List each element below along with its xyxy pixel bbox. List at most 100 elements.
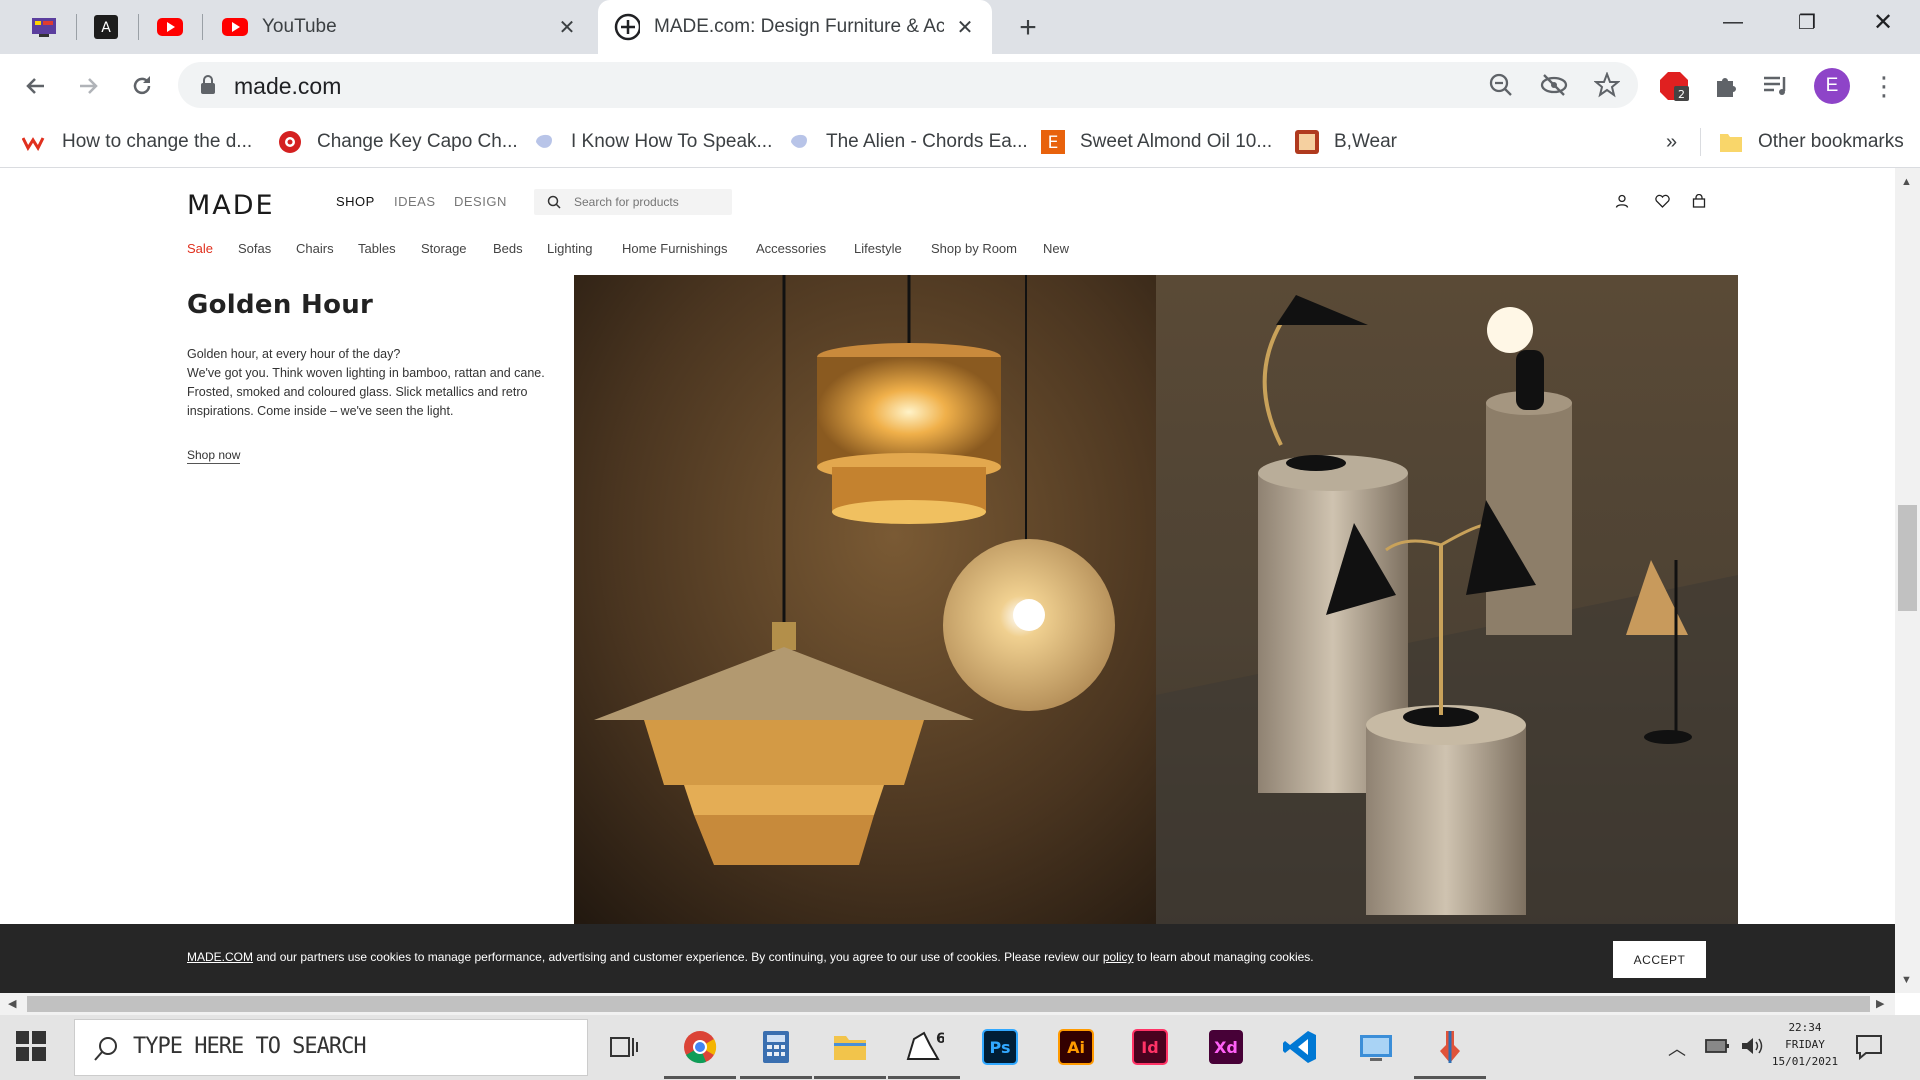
eye-off-icon[interactable]: [1540, 72, 1568, 98]
scroll-left-icon[interactable]: ◀: [8, 997, 16, 1010]
taskbar-photoshop[interactable]: Ps: [976, 1023, 1024, 1071]
bookmark-item[interactable]: I Know How To Speak...: [531, 126, 772, 158]
other-bookmarks[interactable]: Other bookmarks: [1718, 126, 1904, 158]
bookmark-item[interactable]: How to change the d...: [22, 126, 252, 158]
bookmark-item[interactable]: The Alien - Chords Ea...: [786, 126, 1028, 158]
nav-ideas[interactable]: IDEAS: [394, 194, 436, 209]
made-logo[interactable]: MADE: [187, 190, 275, 221]
close-tab-icon[interactable]: ✕: [554, 14, 580, 40]
forward-button[interactable]: [68, 66, 108, 106]
category-lifestyle[interactable]: Lifestyle: [854, 241, 902, 256]
tab-youtube[interactable]: YouTube ✕: [208, 0, 594, 54]
horizontal-scrollbar[interactable]: ◀ ▶: [0, 993, 1895, 1015]
horizontal-scroll-thumb[interactable]: [27, 996, 1870, 1012]
action-center-icon[interactable]: [1854, 1033, 1884, 1066]
taskbar-illustrator[interactable]: Ai: [1052, 1023, 1100, 1071]
taskbar-chrome[interactable]: [664, 1023, 736, 1079]
bookmark-item[interactable]: B,Wear: [1294, 126, 1397, 158]
star-icon[interactable]: [1594, 72, 1620, 98]
bookmark-label: I Know How To Speak...: [571, 131, 773, 152]
scroll-right-icon[interactable]: ▶: [1876, 997, 1884, 1010]
category-lighting[interactable]: Lighting: [547, 241, 593, 256]
pinned-tab-1[interactable]: [20, 8, 68, 46]
wishlist-heart-icon[interactable]: [1651, 190, 1673, 212]
made-link[interactable]: MADE.COM: [187, 950, 253, 964]
taskbar-search-box[interactable]: TYPE HERE TO SEARCH: [74, 1019, 588, 1076]
policy-link[interactable]: policy: [1103, 950, 1134, 964]
nav-design[interactable]: DESIGN: [454, 194, 507, 209]
cookie-text: MADE.COM and our partners use cookies to…: [187, 950, 1314, 964]
reload-button[interactable]: [122, 66, 162, 106]
minimize-button[interactable]: —: [1696, 0, 1770, 44]
taskbar-file-explorer[interactable]: [814, 1023, 886, 1079]
taskbar-vscode[interactable]: [1276, 1023, 1324, 1071]
taskbar-xd[interactable]: Xd: [1202, 1023, 1250, 1071]
taskbar-control-panel[interactable]: [1352, 1023, 1400, 1071]
category-tables[interactable]: Tables: [358, 241, 396, 256]
account-icon[interactable]: [1611, 190, 1633, 212]
category-new[interactable]: New: [1043, 241, 1069, 256]
vertical-scroll-thumb[interactable]: [1898, 505, 1917, 611]
category-chairs[interactable]: Chairs: [296, 241, 334, 256]
taskbar-calculator[interactable]: [740, 1023, 812, 1079]
tab-made[interactable]: MADE.com: Design Furniture & Acce ✕: [598, 0, 992, 54]
adblock-extension[interactable]: 2: [1654, 66, 1694, 106]
control-panel-icon: [1360, 1035, 1392, 1061]
category-accessories[interactable]: Accessories: [756, 241, 826, 256]
taskbar-app[interactable]: [1414, 1023, 1486, 1079]
pick-icon: [531, 129, 557, 155]
windows-start-icon[interactable]: [14, 1029, 48, 1068]
shop-now-link[interactable]: Shop now: [187, 448, 241, 464]
restore-button[interactable]: ❐: [1770, 0, 1844, 44]
pinned-tab-youtube[interactable]: [146, 8, 194, 46]
task-view-icon[interactable]: [600, 1023, 648, 1071]
pick-icon: [786, 129, 812, 155]
address-bar[interactable]: made.com: [178, 62, 1638, 108]
close-tab-icon[interactable]: ✕: [952, 14, 978, 40]
extensions-button[interactable]: [1706, 66, 1746, 106]
system-tray-chevron-icon[interactable]: ︿: [1668, 1035, 1686, 1061]
category-storage[interactable]: Storage: [421, 241, 467, 256]
scroll-down-icon[interactable]: ▼: [1901, 974, 1912, 986]
hero-image-table-lamps[interactable]: [1156, 275, 1738, 925]
new-tab-button[interactable]: +: [1008, 10, 1048, 46]
back-button[interactable]: [16, 66, 56, 106]
category-sale[interactable]: Sale: [187, 241, 213, 256]
close-window-button[interactable]: ✕: [1846, 0, 1920, 44]
bookmark-item[interactable]: E Sweet Almond Oil 10...: [1040, 126, 1272, 158]
bookmarks-bar: How to change the d... Change Key Capo C…: [0, 116, 1920, 168]
category-sofas[interactable]: Sofas: [238, 241, 271, 256]
nav-shop[interactable]: SHOP: [336, 194, 375, 209]
site-search[interactable]: [534, 189, 732, 215]
tab-title: MADE.com: Design Furniture & Acce: [654, 16, 944, 37]
media-control-button[interactable]: [1756, 66, 1796, 106]
calculator-icon: [763, 1031, 789, 1063]
hero-image-pendant-lamps[interactable]: [574, 275, 1156, 925]
chrome-menu-icon[interactable]: ⋮: [1864, 66, 1904, 106]
system-clock[interactable]: 22:34 FRIDAY 15/01/2021: [1760, 1018, 1850, 1071]
puzzle-icon: [1717, 78, 1736, 97]
bookmark-item[interactable]: Change Key Capo Ch...: [277, 126, 518, 158]
category-home-furnishings[interactable]: Home Furnishings: [622, 241, 728, 256]
battery-icon[interactable]: [1704, 1036, 1730, 1061]
tab-strip: A YouTube ✕ MADE.com: Design Furniture &…: [0, 0, 1920, 54]
taskbar-rhino[interactable]: 6: [888, 1023, 960, 1079]
hero-description: Golden hour, at every hour of the day? W…: [187, 345, 547, 421]
taskbar-search-placeholder: TYPE HERE TO SEARCH: [133, 1034, 367, 1059]
bookmarks-overflow-button[interactable]: »: [1666, 126, 1677, 158]
accept-cookies-button[interactable]: ACCEPT: [1613, 941, 1706, 978]
pinned-tab-2[interactable]: A: [82, 8, 130, 46]
zoom-out-icon[interactable]: [1488, 72, 1514, 98]
scroll-up-icon[interactable]: ▲: [1901, 176, 1912, 188]
lock-icon: [201, 75, 215, 94]
profile-avatar[interactable]: E: [1812, 66, 1852, 106]
photoshop-icon: Ps: [982, 1029, 1018, 1065]
chrome-icon: [684, 1031, 717, 1064]
category-shop-by-room[interactable]: Shop by Room: [931, 241, 1017, 256]
vertical-scrollbar[interactable]: ▲ ▼: [1895, 168, 1920, 993]
basket-icon[interactable]: [1688, 190, 1710, 212]
category-beds[interactable]: Beds: [493, 241, 523, 256]
search-input[interactable]: [574, 189, 724, 215]
taskbar-indesign[interactable]: Id: [1126, 1023, 1174, 1071]
brand-logo-icon: [1294, 129, 1320, 155]
